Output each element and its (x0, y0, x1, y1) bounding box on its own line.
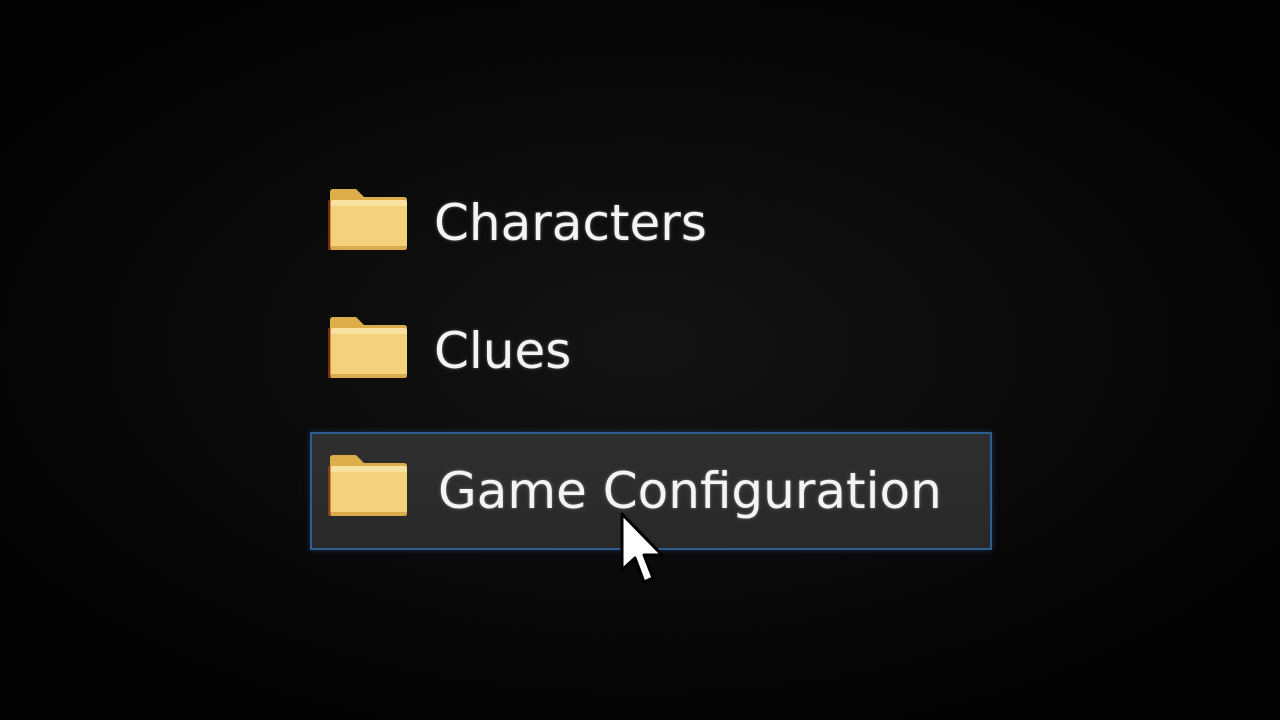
folder-label: Clues (434, 322, 572, 380)
folder-list: Characters Clues Game Configuration (0, 0, 1280, 720)
arrow-cursor-icon (620, 512, 664, 590)
folder-icon (328, 316, 408, 380)
folder-item-clues[interactable]: Clues (310, 308, 992, 398)
folder-icon (328, 188, 408, 252)
folder-label: Characters (434, 194, 707, 252)
folder-icon (328, 454, 408, 518)
folder-label: Game Configuration (438, 462, 942, 520)
screen: Characters Clues Game Configuration (0, 0, 1280, 720)
folder-item-characters[interactable]: Characters (310, 180, 992, 270)
